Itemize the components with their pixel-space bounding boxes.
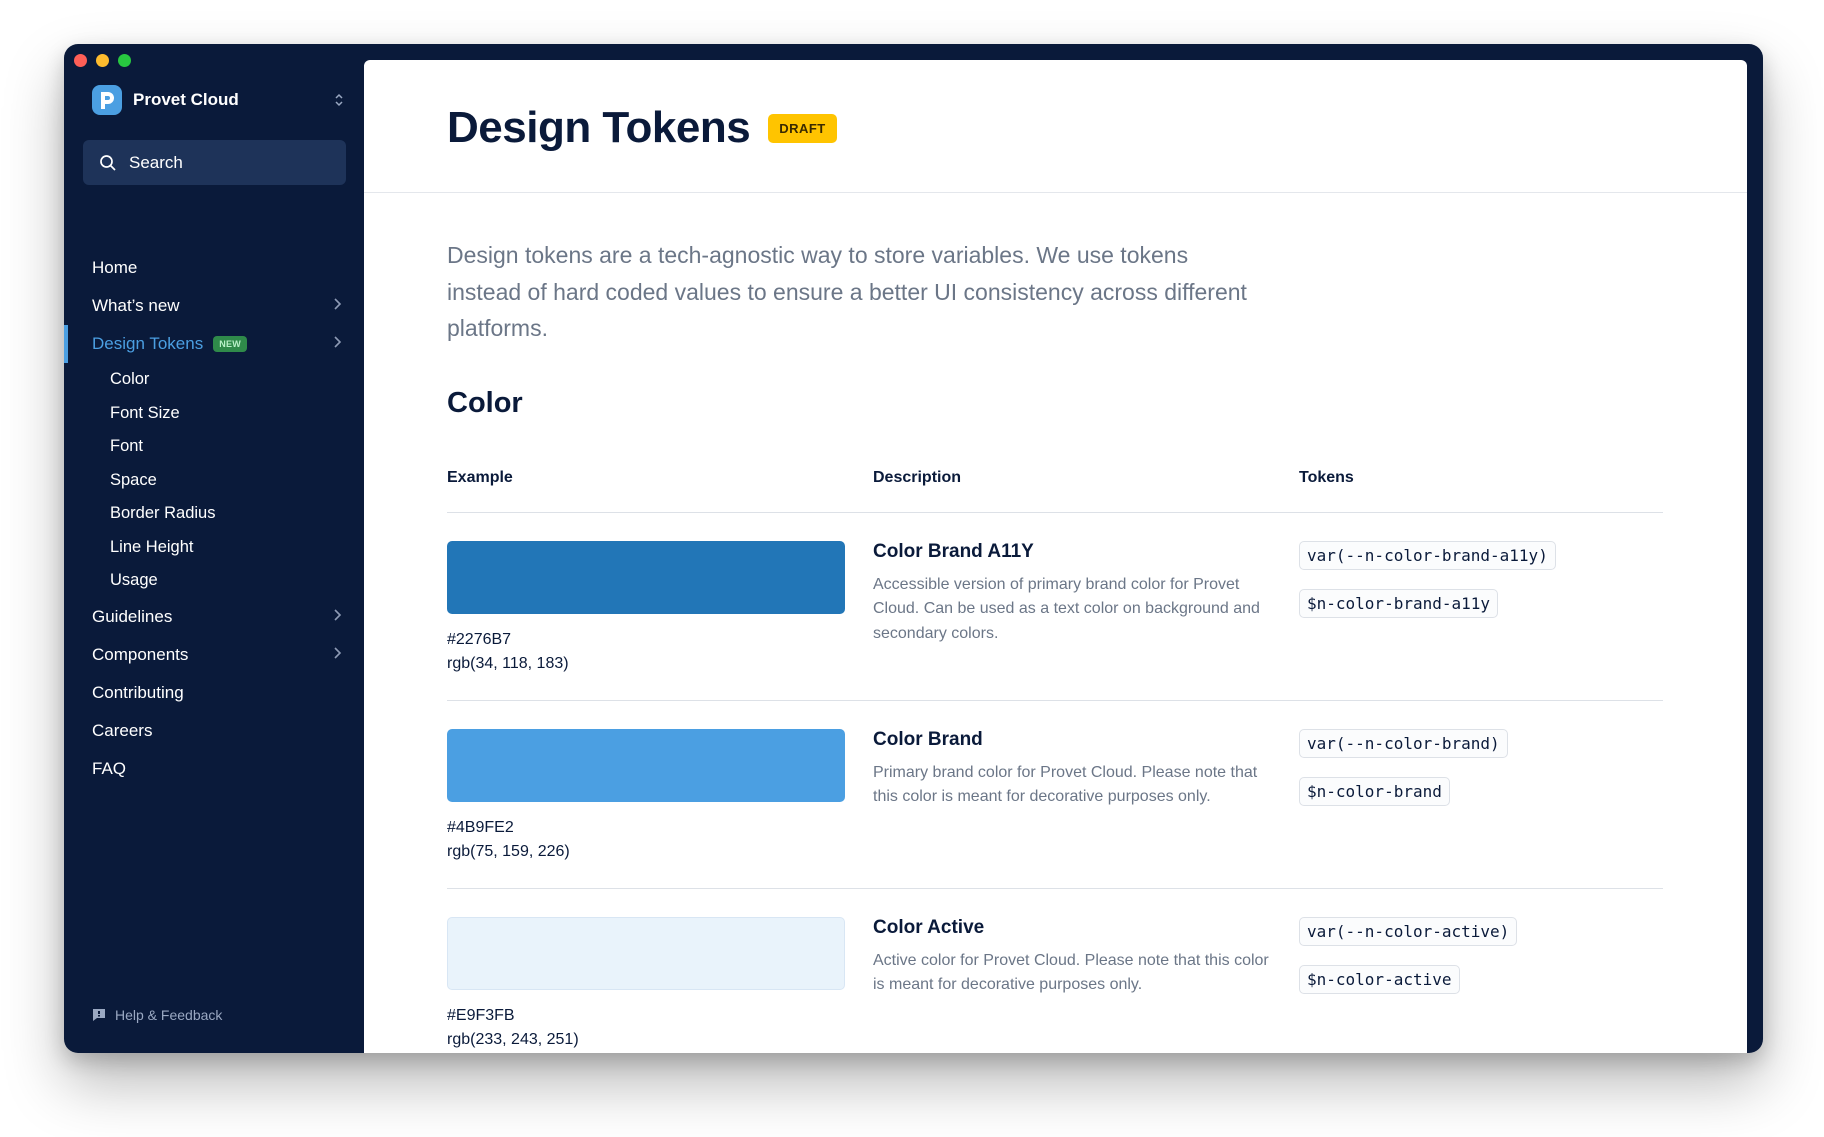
sidebar-item-faq[interactable]: FAQ: [64, 750, 364, 788]
search-input[interactable]: Search: [83, 140, 346, 185]
color-tokens-table: Example Description Tokens #2276B7 rgb(3…: [447, 464, 1663, 1054]
sidebar-subitem-font[interactable]: Font: [64, 430, 364, 464]
new-badge: NEW: [213, 336, 248, 352]
css-token-code[interactable]: var(--n-color-active): [1299, 916, 1518, 946]
table-header: Example Description Tokens: [447, 464, 1663, 513]
chevron-right-icon: [332, 607, 342, 627]
sidebar-item-design-tokens[interactable]: Design Tokens NEW: [64, 325, 364, 363]
sidebar-item-label: What’s new: [92, 296, 180, 315]
rgb-value: rgb(75, 159, 226): [447, 842, 570, 860]
sidebar-item-home[interactable]: Home: [64, 249, 364, 287]
sidebar-item-label: Contributing: [92, 682, 184, 702]
sidebar-subitem-space[interactable]: Space: [64, 464, 364, 498]
sidebar-nav: Home What’s new Design Tokens NEW Color …: [64, 249, 364, 788]
sidebar-subitem-usage[interactable]: Usage: [64, 564, 364, 598]
sidebar-item-label: Components: [92, 644, 189, 664]
css-token-code[interactable]: var(--n-color-brand): [1299, 728, 1508, 758]
provet-logo-icon: [92, 85, 122, 115]
column-header-tokens: Tokens: [1299, 468, 1354, 486]
token-title: Color Active: [873, 916, 985, 938]
hex-value: #E9F3FB: [447, 1006, 515, 1024]
hex-value: #2276B7: [447, 630, 512, 648]
app-name: Provet Cloud: [133, 90, 239, 109]
page-body: Design tokens are a tech-agnostic way to…: [364, 237, 1747, 1053]
draft-badge: DRAFT: [768, 113, 837, 143]
sidebar: Provet Cloud Search Home What’s new Desi…: [64, 44, 364, 1053]
color-swatch: [447, 916, 845, 990]
color-swatch: [447, 540, 845, 614]
sidebar-item-guidelines[interactable]: Guidelines: [64, 598, 364, 636]
page-header: Design Tokens DRAFT: [364, 60, 1747, 193]
token-description: Active color for Provet Cloud. Please no…: [873, 951, 1269, 994]
sidebar-item-label: Careers: [92, 720, 153, 740]
sidebar-item-whats-new[interactable]: What’s new: [64, 287, 364, 325]
rgb-value: rgb(34, 118, 183): [447, 654, 569, 672]
column-header-description: Description: [873, 468, 962, 486]
sidebar-item-contributing[interactable]: Contributing: [64, 674, 364, 712]
app-window: Provet Cloud Search Home What’s new Desi…: [64, 44, 1763, 1053]
scss-token-code[interactable]: $n-color-brand: [1299, 776, 1450, 806]
feedback-icon: [93, 1009, 105, 1021]
scss-token-code[interactable]: $n-color-active: [1299, 964, 1460, 994]
help-feedback-link[interactable]: Help & Feedback: [92, 1007, 222, 1023]
sidebar-item-label: Guidelines: [92, 606, 173, 626]
scss-token-code[interactable]: $n-color-brand-a11y: [1299, 588, 1499, 618]
search-placeholder: Search: [129, 152, 183, 172]
chevron-updown-icon: [334, 92, 344, 108]
color-swatch: [447, 728, 845, 802]
section-title-color: Color: [447, 386, 523, 419]
token-title: Color Brand: [873, 728, 983, 750]
page-title: Design Tokens: [447, 103, 751, 152]
chevron-right-icon: [332, 334, 342, 354]
css-token-code[interactable]: var(--n-color-brand-a11y): [1299, 540, 1556, 570]
main-content: Design Tokens DRAFT Design tokens are a …: [364, 60, 1747, 1053]
brand-switcher[interactable]: Provet Cloud: [92, 84, 344, 116]
sidebar-item-label: Design Tokens: [92, 334, 204, 353]
token-description: Primary brand color for Provet Cloud. Pl…: [873, 763, 1258, 806]
sidebar-item-components[interactable]: Components: [64, 636, 364, 674]
search-icon: [100, 154, 116, 171]
sidebar-item-label: FAQ: [92, 758, 127, 778]
table-row: #2276B7 rgb(34, 118, 183) Color Brand A1…: [447, 513, 1663, 701]
sidebar-subitem-border-radius[interactable]: Border Radius: [64, 497, 364, 531]
sidebar-item-label: Home: [92, 258, 138, 277]
token-title: Color Brand A11Y: [873, 540, 1034, 562]
hex-value: #4B9FE2: [447, 818, 514, 836]
sidebar-subitem-font-size[interactable]: Font Size: [64, 397, 364, 431]
intro-paragraph: Design tokens are a tech-agnostic way to…: [447, 242, 1247, 341]
chevron-right-icon: [332, 296, 342, 316]
help-feedback-label: Help & Feedback: [115, 1007, 223, 1023]
table-row: #4B9FE2 rgb(75, 159, 226) Color Brand Pr…: [447, 701, 1663, 889]
sidebar-subitem-color[interactable]: Color: [64, 363, 364, 397]
column-header-example: Example: [447, 468, 513, 486]
sidebar-item-careers[interactable]: Careers: [64, 712, 364, 750]
rgb-value: rgb(233, 243, 251): [447, 1030, 579, 1048]
table-row: #E9F3FB rgb(233, 243, 251) Color Active …: [447, 889, 1663, 1054]
sidebar-subitem-line-height[interactable]: Line Height: [64, 531, 364, 565]
chevron-right-icon: [332, 645, 342, 665]
token-description: Accessible version of primary brand colo…: [873, 575, 1260, 642]
